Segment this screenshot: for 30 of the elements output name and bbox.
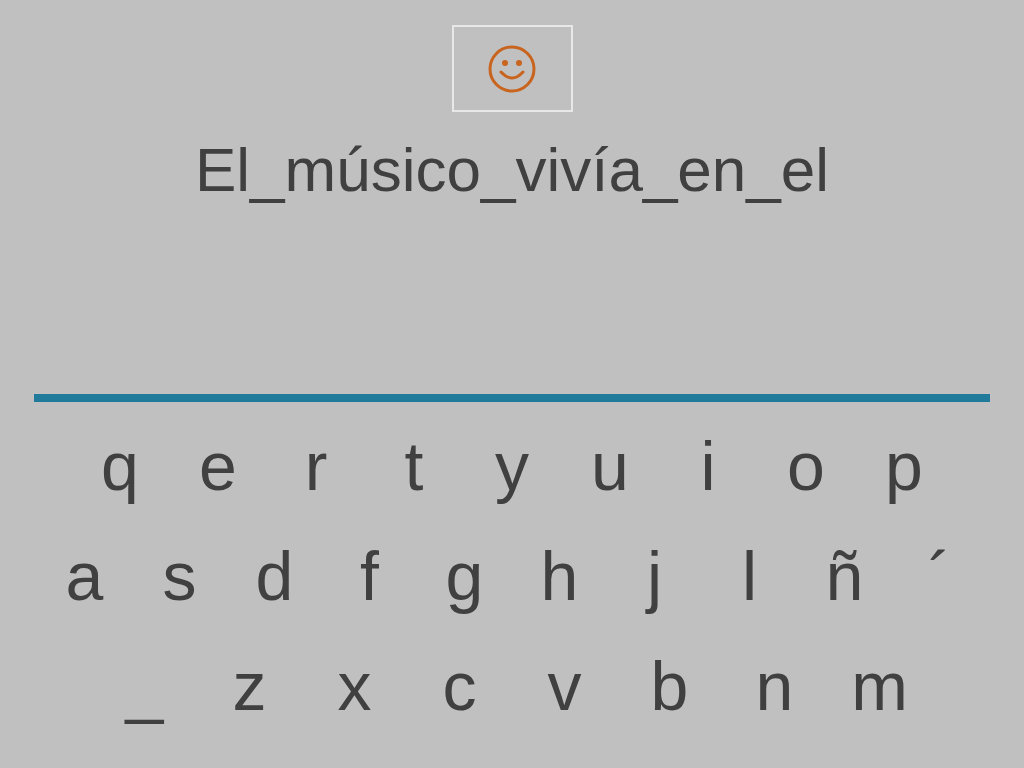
letter-key[interactable]: i [659,424,757,508]
letter-key[interactable]: h [512,534,607,618]
letter-key[interactable]: s [132,534,227,618]
letter-key[interactable]: u [561,424,659,508]
letter-key[interactable]: y [463,424,561,508]
letter-key[interactable]: _ [92,644,197,728]
letter-key[interactable]: v [512,644,617,728]
letter-key[interactable]: l [702,534,797,618]
letter-key[interactable]: z [197,644,302,728]
sentence-text: El_músico_vivía_en_el [194,134,830,206]
letter-key[interactable]: o [757,424,855,508]
letter-key[interactable]: x [302,644,407,728]
letter-key[interactable]: t [365,424,463,508]
letter-key[interactable]: e [169,424,267,508]
smiley-icon [487,43,537,94]
letter-key[interactable]: g [417,534,512,618]
letter-key[interactable]: d [227,534,322,618]
letter-key[interactable]: c [407,644,512,728]
letter-key[interactable]: n [722,644,827,728]
letter-key[interactable]: ´ [892,534,987,618]
letter-key[interactable]: a [37,534,132,618]
letter-key[interactable]: b [617,644,722,728]
letter-key[interactable]: q [71,424,169,508]
letter-key[interactable]: ñ [797,534,892,618]
letter-key[interactable]: m [827,644,932,728]
letter-key[interactable]: p [855,424,953,508]
letter-key[interactable]: r [267,424,365,508]
letter-key[interactable]: f [322,534,417,618]
letter-key[interactable]: j [607,534,702,618]
hint-button[interactable] [451,25,573,112]
